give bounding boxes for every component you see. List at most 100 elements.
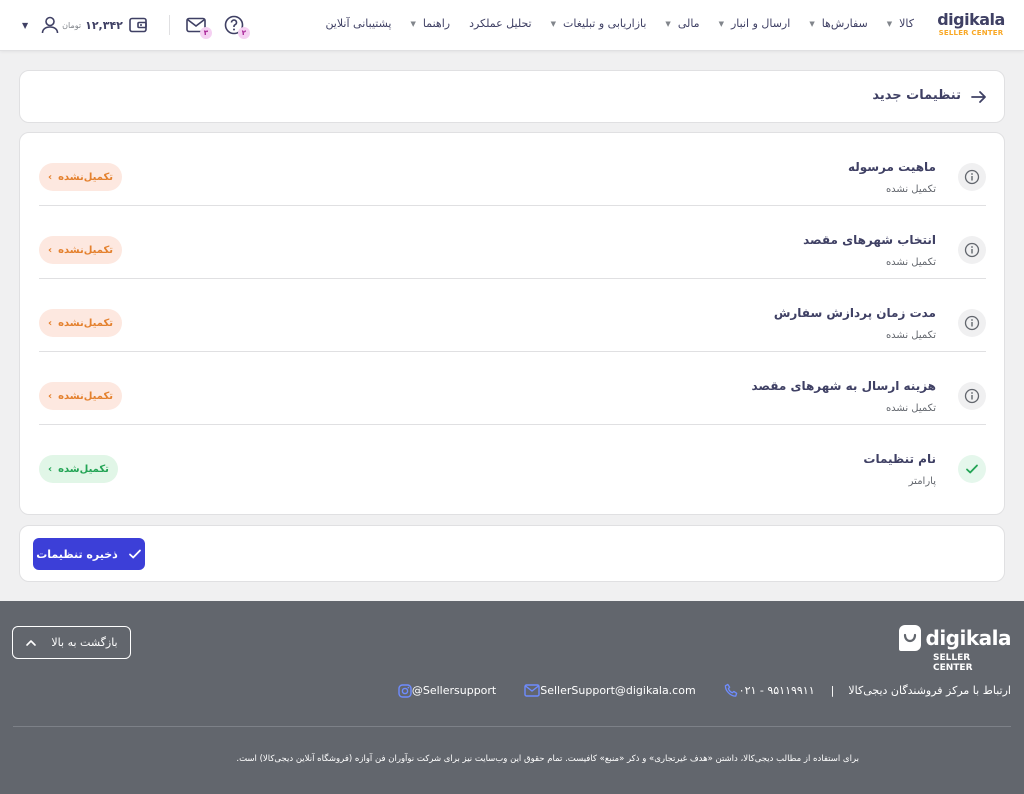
- copyright-text: برای استفاده از مطالب دیجی‌کالا، داشتن «…: [236, 754, 859, 764]
- nav-label: سفارش‌ها: [821, 17, 868, 30]
- footer: digikala SELLER CENTER بازگشت به بالا ار…: [0, 601, 1024, 794]
- wallet-currency: تومان: [62, 20, 82, 30]
- status-label: تکمیل‌نشده: [58, 317, 114, 329]
- setting-subtitle: تکمیل نشده: [885, 184, 936, 195]
- user-icon: [41, 16, 59, 34]
- nav-label: راهنما: [422, 17, 451, 30]
- chevron-left-icon: ›: [48, 317, 53, 329]
- chevron-up-icon: [26, 639, 37, 646]
- setting-subtitle: تکمیل نشده: [885, 257, 936, 268]
- user-menu-button[interactable]: [38, 13, 62, 37]
- nav-label: پشتیبانی آنلاین: [325, 17, 392, 30]
- footer-logo-wordmark: digikala: [925, 626, 1012, 650]
- check-icon: [958, 455, 986, 483]
- main-nav: کالا ▼ سفارش‌ها ▼ ارسال و انبار ▼ مالی ▼ باز…: [306, 16, 914, 32]
- setting-title: هزینه ارسال به شهرهای مقصد: [751, 379, 936, 393]
- messages-button[interactable]: ۳: [184, 13, 212, 39]
- page-title: تنظیمات جدید: [872, 88, 961, 103]
- setting-subtitle: پارامتر: [908, 476, 936, 487]
- phone-icon: [724, 683, 739, 698]
- status-badge[interactable]: تکمیل‌نشده ›: [39, 309, 123, 337]
- wallet[interactable]: ۱۲,۳۴۲ تومان: [62, 17, 147, 33]
- instagram-icon: [398, 683, 412, 698]
- digikala-mark-icon: [899, 625, 921, 651]
- footer-divider: [13, 726, 1011, 727]
- setting-subtitle: تکمیل نشده: [885, 330, 936, 341]
- page-title-card: تنظیمات جدید: [19, 70, 1005, 123]
- setting-title: ماهیت مرسوله: [847, 160, 936, 174]
- instagram-link[interactable]: @Sellersupport: [390, 683, 497, 698]
- arrow-right-icon: [971, 91, 986, 103]
- messages-badge: ۳: [199, 27, 212, 39]
- status-badge[interactable]: تکمیل‌شده ›: [39, 455, 118, 483]
- caret-down-icon: ▼: [665, 20, 671, 28]
- settings-row[interactable]: نام تنظیمات پارامتر تکمیل‌شده ›: [39, 425, 986, 498]
- header-tools: ▼ ۱۲,۳۴۲ تومان ۳ ۲: [22, 13, 264, 39]
- settings-row[interactable]: هزینه ارسال به شهرهای مقصد تکمیل نشده تک…: [39, 352, 986, 425]
- email-link[interactable]: SellerSupport@digikala.com: [516, 684, 696, 697]
- status-label: تکمیل‌نشده: [58, 171, 114, 183]
- chevron-left-icon: ›: [48, 390, 53, 402]
- header-divider: [168, 15, 170, 35]
- caret-down-icon[interactable]: ▼: [22, 21, 28, 30]
- setting-subtitle: تکمیل نشده: [885, 403, 936, 414]
- setting-title: مدت زمان پردازش سفارش: [773, 306, 936, 320]
- instagram-handle: @Sellersupport: [411, 684, 497, 697]
- chevron-left-icon: ›: [48, 463, 53, 475]
- help-badge: ۲: [237, 27, 250, 39]
- settings-list-card: ماهیت مرسوله تکمیل نشده تکمیل‌نشده › انتخ…: [19, 132, 1005, 515]
- wallet-icon: [129, 17, 147, 33]
- wallet-balance: ۱۲,۳۴۲: [85, 18, 123, 32]
- logo-wordmark: digikala: [937, 10, 1005, 29]
- nav-label: بازاریابی و تبلیغات: [563, 17, 647, 30]
- nav-item-orders[interactable]: سفارش‌ها ▼: [809, 16, 867, 32]
- actions-card: ذخیره تنظیمات: [19, 525, 1005, 582]
- settings-row[interactable]: ماهیت مرسوله تکمیل نشده تکمیل‌نشده ›: [39, 133, 986, 206]
- status-label: تکمیل‌شده: [58, 463, 109, 475]
- phone-link[interactable]: ۰۲۱ - ۹۵۱۱۹۹۱۱: [716, 683, 815, 698]
- info-icon: [958, 236, 986, 264]
- footer-logo-subtitle: SELLER CENTER: [933, 653, 973, 673]
- caret-down-icon: ▼: [809, 20, 815, 28]
- nav-item-marketing[interactable]: بازاریابی و تبلیغات ▼: [551, 16, 647, 32]
- status-label: تکمیل‌نشده: [58, 244, 114, 256]
- digikala-logo[interactable]: digikala SELLER CENTER: [936, 11, 1006, 38]
- contact-separator: |: [830, 684, 835, 697]
- top-header: digikala SELLER CENTER کالا ▼ سفارش‌ها ▼ ا…: [0, 0, 1024, 51]
- nav-item-products[interactable]: کالا ▼: [887, 16, 914, 32]
- info-icon: [958, 163, 986, 191]
- caret-down-icon: ▼: [410, 20, 416, 28]
- chevron-left-icon: ›: [48, 244, 53, 256]
- nav-item-finance[interactable]: مالی ▼: [665, 16, 699, 32]
- info-icon: [958, 382, 986, 410]
- check-icon: [128, 549, 141, 559]
- phone-number: ۰۲۱ - ۹۵۱۱۹۹۱۱: [738, 684, 815, 697]
- back-to-top-label: بازگشت به بالا: [51, 636, 118, 649]
- status-badge[interactable]: تکمیل‌نشده ›: [39, 163, 123, 191]
- nav-label: کالا: [899, 17, 914, 30]
- nav-item-shipping[interactable]: ارسال و انبار ▼: [719, 16, 791, 32]
- nav-item-analytics[interactable]: تحلیل عملکرد: [469, 16, 532, 32]
- setting-title: نام تنظیمات: [863, 452, 936, 466]
- caret-down-icon: ▼: [718, 20, 724, 28]
- nav-label: تحلیل عملکرد: [469, 17, 532, 30]
- support-email: SellerSupport@digikala.com: [540, 684, 696, 697]
- save-label: ذخیره تنظیمات: [36, 547, 118, 561]
- settings-row[interactable]: مدت زمان پردازش سفارش تکمیل نشده تکمیل‌ن…: [39, 279, 986, 352]
- nav-item-help[interactable]: راهنما ▼: [410, 16, 450, 32]
- chevron-left-icon: ›: [48, 171, 53, 183]
- back-button[interactable]: [969, 87, 989, 107]
- nav-item-online-support[interactable]: پشتیبانی آنلاین: [325, 16, 391, 32]
- status-badge[interactable]: تکمیل‌نشده ›: [39, 382, 123, 410]
- contact-bar: ارتباط با مرکز فروشندگان دیجی‌کالا | ۰۲۱…: [370, 683, 1011, 698]
- contact-label: ارتباط با مرکز فروشندگان دیجی‌کالا: [848, 684, 1011, 697]
- caret-down-icon: ▼: [550, 20, 557, 28]
- back-to-top-button[interactable]: بازگشت به بالا: [12, 626, 131, 659]
- save-settings-button[interactable]: ذخیره تنظیمات: [33, 538, 145, 570]
- info-icon: [958, 309, 986, 337]
- caret-down-icon: ▼: [886, 20, 893, 28]
- status-badge[interactable]: تکمیل‌نشده ›: [39, 236, 123, 264]
- settings-row[interactable]: انتخاب شهرهای مقصد تکمیل نشده تکمیل‌نشده…: [39, 206, 986, 279]
- help-button[interactable]: ۲: [222, 13, 250, 39]
- footer-logo[interactable]: digikala SELLER CENTER: [899, 625, 1012, 673]
